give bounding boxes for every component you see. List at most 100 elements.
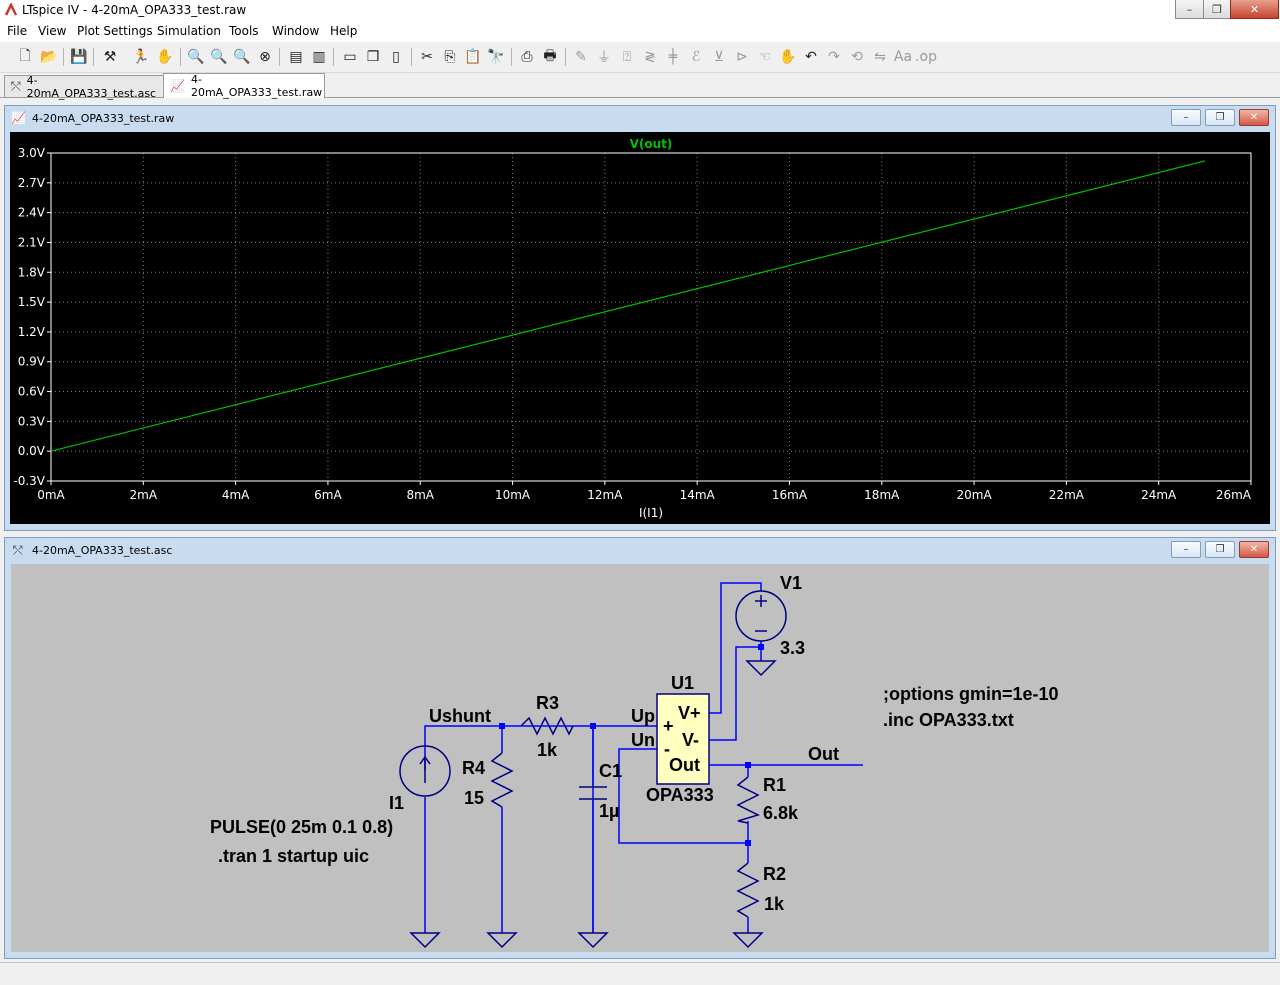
new-schematic-icon[interactable]: 🗋 — [15, 47, 35, 67]
minimize-icon: – — [1183, 544, 1189, 555]
trace-title: V(out) — [630, 137, 673, 151]
x-tick-label: 4mA — [222, 488, 250, 502]
waveform-window-title: 4-20mA_OPA333_test.raw — [32, 112, 175, 125]
y-tick-label: 0.6V — [18, 385, 46, 399]
schematic-window: ⤲ 4-20mA_OPA333_test.asc – ❐ ✕ + - V+ V-… — [4, 537, 1276, 959]
x-tick-label: 12mA — [587, 488, 623, 502]
tile-vertical-icon[interactable]: ▯ — [386, 47, 406, 67]
r2-name: R2 — [763, 864, 786, 884]
status-bar — [0, 962, 1280, 985]
menu-simulation[interactable]: Simulation — [157, 24, 221, 38]
rotate-icon[interactable]: ⟲ — [847, 47, 867, 67]
inc-directive[interactable]: .inc OPA333.txt — [883, 710, 1014, 730]
tab-waveform[interactable]: 📈 4-20mA_OPA333_test.raw — [163, 73, 325, 99]
y-tick-label: 0.9V — [18, 355, 46, 369]
cut-icon[interactable]: ✂ — [417, 47, 437, 67]
y-tick-label: 0.0V — [18, 444, 46, 458]
tile-horizontal-icon[interactable]: ▭ — [340, 47, 360, 67]
ground-symbol — [745, 660, 777, 677]
options-comment[interactable]: ;options gmin=1e-10 — [883, 684, 1059, 704]
waveform-icon: 📈 — [170, 79, 185, 93]
zoom-in-icon[interactable]: 🔍 — [186, 47, 206, 67]
menu-tools[interactable]: Tools — [229, 24, 259, 38]
component-icon[interactable]: ⊳ — [732, 47, 752, 67]
diode-icon[interactable]: ⊻ — [709, 47, 729, 67]
waveform-chart[interactable]: 0mA 2mA 4mA 6mA 8mA 10mA 12mA 14mA 16mA 18mA 20mA 2… — [10, 132, 1270, 524]
open-icon[interactable]: 📂 — [39, 47, 59, 67]
ground-icon[interactable]: ⏚ — [594, 47, 614, 67]
text-icon[interactable]: Aa — [893, 47, 913, 67]
maximize-button[interactable]: ❐ — [1203, 0, 1231, 19]
zoom-out-icon[interactable]: 🔍 — [232, 47, 252, 67]
schematic-restore-button[interactable]: ❐ — [1205, 541, 1235, 558]
save-icon[interactable]: 💾 — [69, 47, 89, 67]
y-tick-label: 2.1V — [18, 235, 46, 249]
minimize-button[interactable]: – — [1175, 0, 1204, 19]
capacitor-icon[interactable]: ╪ — [663, 47, 683, 67]
waveform-restore-button[interactable]: ❐ — [1205, 109, 1235, 126]
minimize-icon: – — [1183, 112, 1189, 123]
r4-name: R4 — [462, 758, 485, 778]
zoom-cancel-icon[interactable]: ⊗ — [255, 47, 275, 67]
x-tick-label: 22mA — [1049, 488, 1085, 502]
plot-frame — [50, 152, 1252, 482]
schematic-close-button[interactable]: ✕ — [1239, 541, 1269, 558]
control-panel-icon[interactable]: ⚒ — [100, 47, 120, 67]
restore-icon: ❐ — [1215, 544, 1225, 555]
toolbar-separator — [565, 48, 566, 66]
schematic-labels: V1 3.3 U1 OPA333 R3 1k R4 15 C1 1µ R1 6.… — [210, 573, 1059, 914]
pin-plus-label: + — [663, 716, 674, 736]
drag-icon[interactable]: ✋ — [778, 47, 798, 67]
menu-plot-settings[interactable]: Plot Settings — [77, 24, 153, 38]
wire-icon[interactable]: ✎ — [571, 47, 591, 67]
undo-icon[interactable]: ↶ — [801, 47, 821, 67]
waveform-minimize-button[interactable]: – — [1171, 109, 1201, 126]
autorange-icon[interactable]: ▤ — [286, 47, 306, 67]
resistor-icon[interactable]: ≷ — [640, 47, 660, 67]
document-tab-bar: ⤲ 4-20mA_OPA333_test.asc 📈 4-20mA_OPA333… — [0, 73, 1280, 100]
x-tick-label: 8mA — [406, 488, 434, 502]
mirror-icon[interactable]: ⇋ — [870, 47, 890, 67]
tab-schematic[interactable]: ⤲ 4-20mA_OPA333_test.asc — [4, 74, 166, 100]
run-icon[interactable]: 🏃 — [131, 47, 151, 67]
tran-directive[interactable]: .tran 1 startup uic — [218, 846, 369, 866]
find-icon[interactable]: 🔭 — [486, 47, 506, 67]
x-tick-label: 24mA — [1141, 488, 1177, 502]
ground-symbol — [486, 932, 518, 949]
plot-pane[interactable]: 0mA 2mA 4mA 6mA 8mA 10mA 12mA 14mA 16mA 18mA 20mA 2… — [10, 132, 1270, 524]
menu-view[interactable]: View — [38, 24, 66, 38]
print-preview-icon[interactable]: 🖶 — [540, 47, 560, 67]
halt-icon[interactable]: ✋ — [155, 47, 175, 67]
zoom-area-icon[interactable]: 🔍 — [209, 47, 229, 67]
schematic-drawing[interactable]: + - V+ V- Out V1 3.3 U1 OPA333 R3 1k R4 … — [11, 564, 1269, 952]
move-icon[interactable]: ☜ — [755, 47, 775, 67]
schematic-canvas[interactable]: + - V+ V- Out V1 3.3 U1 OPA333 R3 1k R4 … — [11, 564, 1269, 952]
menu-file[interactable]: File — [7, 24, 27, 38]
net-label-un: Un — [631, 730, 655, 750]
print-icon[interactable]: ⎙ — [517, 47, 537, 67]
menu-help[interactable]: Help — [330, 24, 357, 38]
wires — [424, 582, 863, 933]
toolbar-separator — [63, 48, 64, 66]
close-icon: ✕ — [1249, 544, 1259, 555]
close-button[interactable]: ✕ — [1230, 0, 1279, 19]
ltspice-logo-icon — [4, 3, 18, 16]
toolbar-separator — [511, 48, 512, 66]
waveform-icon: 📈 — [11, 111, 26, 125]
schematic-icon: ⤲ — [11, 79, 21, 93]
toolbar-separator — [333, 48, 334, 66]
copy-icon[interactable]: ⎘ — [440, 47, 460, 67]
label-icon[interactable]: ⍰ — [617, 47, 637, 67]
close-icon: ✕ — [1249, 112, 1259, 123]
x-tick-label: 10mA — [495, 488, 531, 502]
plot-icon[interactable]: ▥ — [309, 47, 329, 67]
schematic-minimize-button[interactable]: – — [1171, 541, 1201, 558]
i1-value: PULSE(0 25m 0.1 0.8) — [210, 817, 393, 837]
inductor-icon[interactable]: ℰ — [686, 47, 706, 67]
spice-directive-icon[interactable]: .op — [915, 47, 937, 67]
paste-icon[interactable]: 📋 — [463, 47, 483, 67]
menu-window[interactable]: Window — [272, 24, 319, 38]
waveform-close-button[interactable]: ✕ — [1239, 109, 1269, 126]
redo-icon[interactable]: ↷ — [824, 47, 844, 67]
cascade-icon[interactable]: ❐ — [363, 47, 383, 67]
